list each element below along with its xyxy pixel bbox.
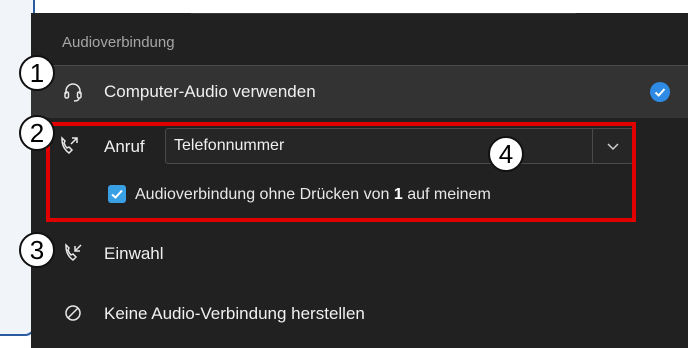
annotation-marker-4: 4 <box>488 136 524 172</box>
option-no-audio-label[interactable]: Keine Audio-Verbindung herstellen <box>104 304 365 324</box>
background-window-frame <box>0 0 35 336</box>
prohibited-icon[interactable] <box>62 302 84 324</box>
annotation-marker-1: 1 <box>19 55 55 91</box>
panel-divider <box>191 13 576 14</box>
option-computer-audio-label: Computer-Audio verwenden <box>104 82 316 101</box>
checkmark-circle-icon <box>650 82 670 102</box>
option-dial-in-label[interactable]: Einwahl <box>104 244 164 264</box>
option-computer-audio[interactable]: Computer-Audio verwenden <box>31 65 688 118</box>
annotation-highlight-box <box>46 122 636 222</box>
annotation-marker-3: 3 <box>19 232 55 268</box>
phone-incoming-icon[interactable] <box>62 242 84 264</box>
annotation-marker-2: 2 <box>19 115 55 151</box>
section-title: Audioverbindung <box>62 34 175 51</box>
headset-icon <box>62 81 84 103</box>
